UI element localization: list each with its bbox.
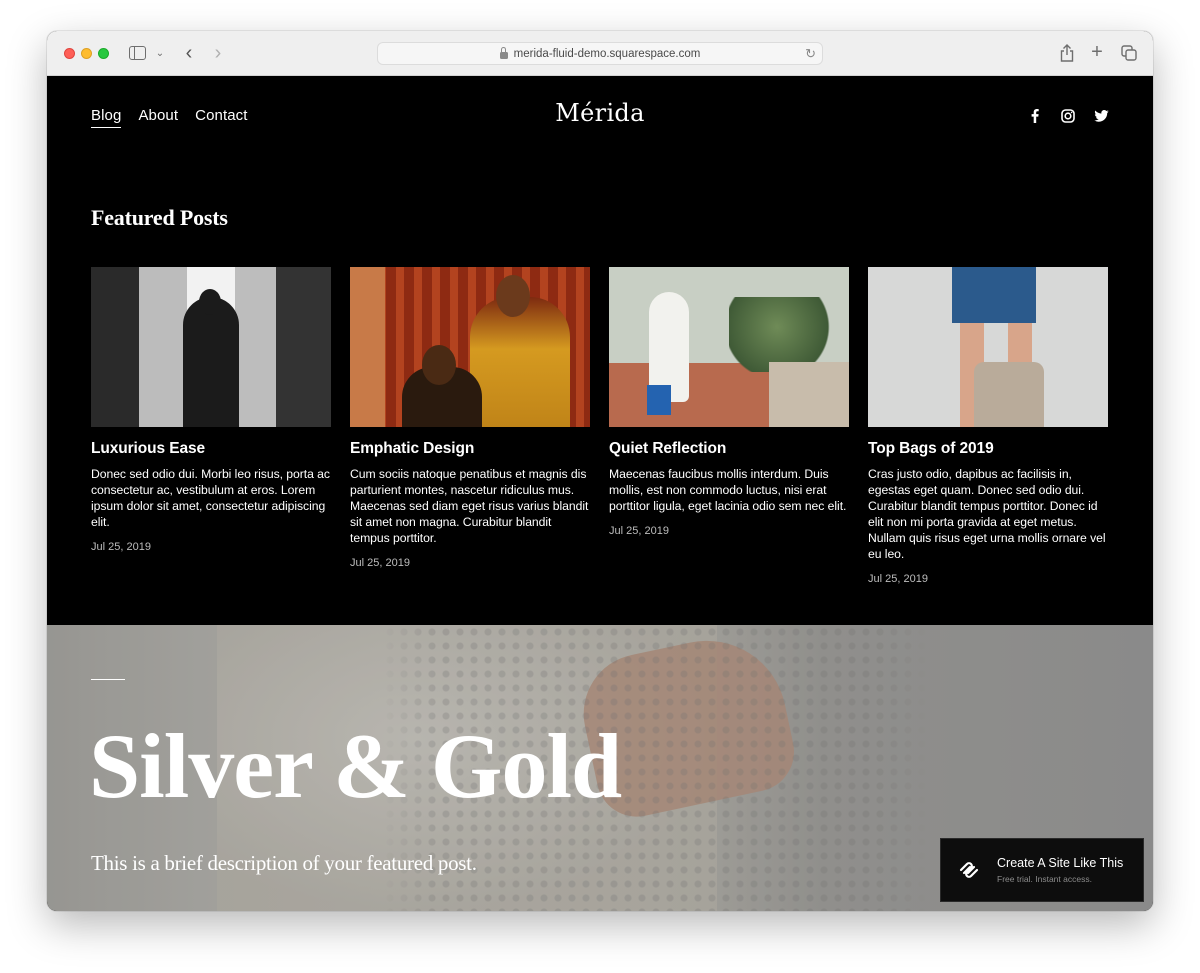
post-title[interactable]: Top Bags of 2019 — [868, 440, 1108, 458]
instagram-icon[interactable] — [1060, 108, 1076, 124]
thumbnail-figure — [470, 297, 570, 427]
post-date: Jul 25, 2019 — [91, 541, 151, 553]
thumbnail-skirt — [952, 267, 1036, 323]
hero-divider — [91, 679, 125, 680]
post-card[interactable]: Top Bags of 2019 Cras justo odio, dapibu… — [868, 267, 1108, 585]
create-site-badge[interactable]: Create A Site Like This Free trial. Inst… — [940, 838, 1144, 902]
post-card[interactable]: Luxurious Ease Donec sed odio dui. Morbi… — [91, 267, 331, 585]
minimize-window-button[interactable] — [81, 48, 92, 59]
post-excerpt: Maecenas faucibus mollis interdum. Duis … — [609, 467, 847, 513]
post-date: Jul 25, 2019 — [350, 557, 410, 569]
address-bar[interactable]: merida-fluid-demo.squarespace.com ↻ — [377, 42, 823, 65]
thumbnail-figure — [183, 297, 239, 427]
post-thumbnail[interactable] — [91, 267, 331, 427]
post-card[interactable]: Quiet Reflection Maecenas faucibus molli… — [609, 267, 849, 585]
squarespace-logo-icon — [941, 860, 997, 880]
tabs-icon[interactable] — [1121, 45, 1137, 61]
social-links — [1027, 108, 1109, 124]
browser-window: ⌄ ‹ › merida-fluid-demo.squarespace.com … — [47, 31, 1153, 911]
post-card[interactable]: Emphatic Design Cum sociis natoque penat… — [350, 267, 590, 585]
hero-title[interactable]: Silver & Gold — [89, 720, 622, 812]
post-title[interactable]: Quiet Reflection — [609, 440, 849, 458]
share-icon[interactable] — [1059, 43, 1075, 63]
facebook-icon[interactable] — [1027, 108, 1043, 124]
post-excerpt: Cras justo odio, dapibus ac facilisis in… — [868, 467, 1106, 561]
cta-subtitle: Free trial. Instant access. — [997, 874, 1092, 884]
plus-icon[interactable]: + — [1089, 41, 1105, 63]
thumbnail-bag — [974, 362, 1044, 427]
reload-icon[interactable]: ↻ — [805, 46, 816, 62]
page: Blog About Contact Mérida Featured Posts — [47, 77, 1153, 911]
site-logo[interactable]: Mérida — [47, 99, 1153, 127]
post-excerpt: Cum sociis natoque penatibus et magnis d… — [350, 467, 589, 545]
post-date: Jul 25, 2019 — [868, 573, 928, 585]
close-window-button[interactable] — [64, 48, 75, 59]
thumbnail-wall — [769, 362, 849, 427]
thumbnail-plants — [729, 297, 849, 372]
lock-icon — [499, 47, 508, 59]
featured-posts-grid: Luxurious Ease Donec sed odio dui. Morbi… — [91, 267, 1108, 585]
back-icon[interactable]: ‹ — [181, 41, 197, 65]
chevron-down-icon[interactable]: ⌄ — [155, 45, 165, 61]
post-thumbnail[interactable] — [350, 267, 590, 427]
thumbnail-figure-head — [422, 345, 456, 385]
twitter-icon[interactable] — [1093, 108, 1109, 124]
post-date: Jul 25, 2019 — [609, 525, 669, 537]
zoom-window-button[interactable] — [98, 48, 109, 59]
sidebar-icon[interactable] — [129, 46, 146, 60]
post-thumbnail[interactable] — [868, 267, 1108, 427]
browser-toolbar: ⌄ ‹ › merida-fluid-demo.squarespace.com … — [47, 31, 1153, 76]
cta-text: Create A Site Like This Free trial. Inst… — [997, 856, 1123, 884]
thumbnail-figure-head — [199, 289, 221, 315]
post-title[interactable]: Emphatic Design — [350, 440, 590, 458]
post-thumbnail[interactable] — [609, 267, 849, 427]
cta-title: Create A Site Like This — [997, 856, 1124, 870]
post-excerpt: Donec sed odio dui. Morbi leo risus, por… — [91, 467, 330, 529]
thumbnail-boots — [647, 385, 671, 415]
thumbnail-figure-head — [496, 275, 530, 317]
hero-description: This is a brief description of your feat… — [91, 851, 477, 875]
url-text: merida-fluid-demo.squarespace.com — [513, 47, 701, 60]
post-title[interactable]: Luxurious Ease — [91, 440, 331, 458]
forward-icon[interactable]: › — [210, 41, 226, 65]
featured-posts-heading: Featured Posts — [91, 205, 228, 230]
